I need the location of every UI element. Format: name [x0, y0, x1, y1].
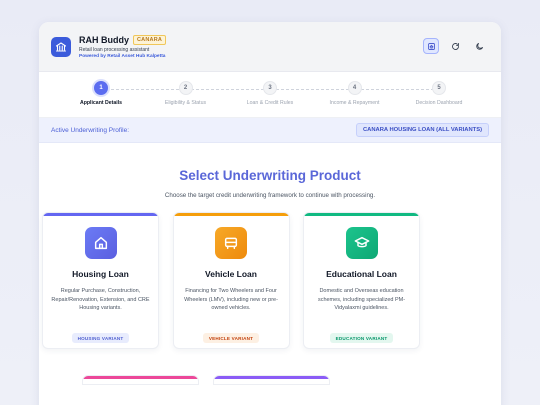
refresh-button[interactable] [447, 38, 463, 54]
header-actions [423, 38, 487, 54]
card-variant-tag: EDUCATION VARIANT [329, 333, 394, 343]
card-accent-bar [43, 213, 158, 216]
header: RAH Buddy CANARA Retail loan processing … [39, 22, 501, 72]
card-variant-tag: VEHICLE VARIANT [202, 333, 260, 343]
home-icon [427, 42, 435, 50]
app-title: RAH Buddy [79, 34, 129, 45]
product-card-peek-1[interactable] [82, 375, 199, 385]
page-title: Select Underwriting Product [179, 168, 361, 183]
theme-toggle-button[interactable] [471, 38, 487, 54]
page-subtitle: Choose the target credit underwriting fr… [164, 192, 376, 199]
car-icon [224, 237, 238, 250]
graduation-cap-icon [354, 236, 369, 248]
step-eligibility-status[interactable]: 2 Eligibility & Status [146, 81, 226, 106]
step-label: Applicant Details [79, 100, 123, 106]
card-title: Educational Loan [326, 269, 397, 279]
refresh-icon [451, 42, 459, 50]
product-card-vehicle[interactable]: Vehicle Loan Financing for Two Wheelers … [172, 212, 290, 349]
step-label: Loan & Credit Rules [246, 100, 294, 106]
card-title: Housing Loan [72, 269, 129, 279]
housing-card-icon [84, 227, 117, 259]
active-profile-bar: Active Underwriting Profile: CANARA HOUS… [39, 118, 501, 143]
product-selection: Select Underwriting Product Choose the t… [39, 143, 501, 199]
step-number: 3 [263, 81, 277, 95]
step-loan-credit-rules[interactable]: 3 Loan & Credit Rules [230, 81, 310, 106]
step-label: Eligibility & Status [164, 100, 207, 106]
step-number: 1 [94, 81, 108, 95]
card-description: Regular Purchase, Construction, Repair/R… [51, 288, 150, 311]
step-income-repayment[interactable]: 4 Income & Repayment [315, 81, 395, 106]
step-label: Income & Repayment [329, 100, 380, 106]
card-accent-bar [83, 376, 198, 379]
vehicle-card-icon [215, 227, 247, 259]
moon-icon [475, 42, 483, 50]
bank-badge: CANARA [133, 34, 167, 45]
card-description: Financing for Two Wheelers and Four Whee… [184, 288, 278, 311]
product-card-education[interactable]: Educational Loan Domestic and Overseas e… [303, 212, 420, 349]
profile-label: Active Underwriting Profile: [51, 126, 130, 134]
step-label: Decision Dashboard [415, 100, 463, 106]
step-number: 5 [432, 81, 446, 95]
step-applicant-details[interactable]: 1 Applicant Details [61, 81, 141, 106]
step-decision-dashboard[interactable]: 5 Decision Dashboard [399, 81, 479, 106]
card-description: Domestic and Overseas education schemes,… [317, 288, 406, 311]
powered-by-text: Powered by Retail Asset Hub Kalpetta [79, 53, 166, 59]
card-variant-tag: HOUSING VARIANT [71, 333, 130, 343]
step-number: 4 [347, 81, 362, 95]
card-title: Vehicle Loan [205, 269, 257, 279]
home-icon [94, 236, 107, 250]
brand: RAH Buddy CANARA Retail loan processing … [79, 34, 167, 59]
product-card-peek-2[interactable] [212, 375, 330, 385]
home-button[interactable] [423, 38, 439, 54]
card-accent-bar [173, 213, 289, 216]
bank-logo-icon [51, 36, 71, 57]
profile-chip[interactable]: CANARA HOUSING LOAN (ALL VARIANTS) [355, 123, 489, 137]
education-card-icon [345, 227, 378, 259]
card-accent-bar [213, 376, 329, 379]
card-accent-bar [304, 213, 419, 216]
step-number: 2 [178, 81, 193, 95]
app-subtitle: Retail loan processing assistant [79, 46, 150, 53]
product-card-housing[interactable]: Housing Loan Regular Purchase, Construct… [42, 212, 159, 349]
progress-stepper: 1 Applicant Details 2 Eligibility & Stat… [39, 72, 501, 118]
